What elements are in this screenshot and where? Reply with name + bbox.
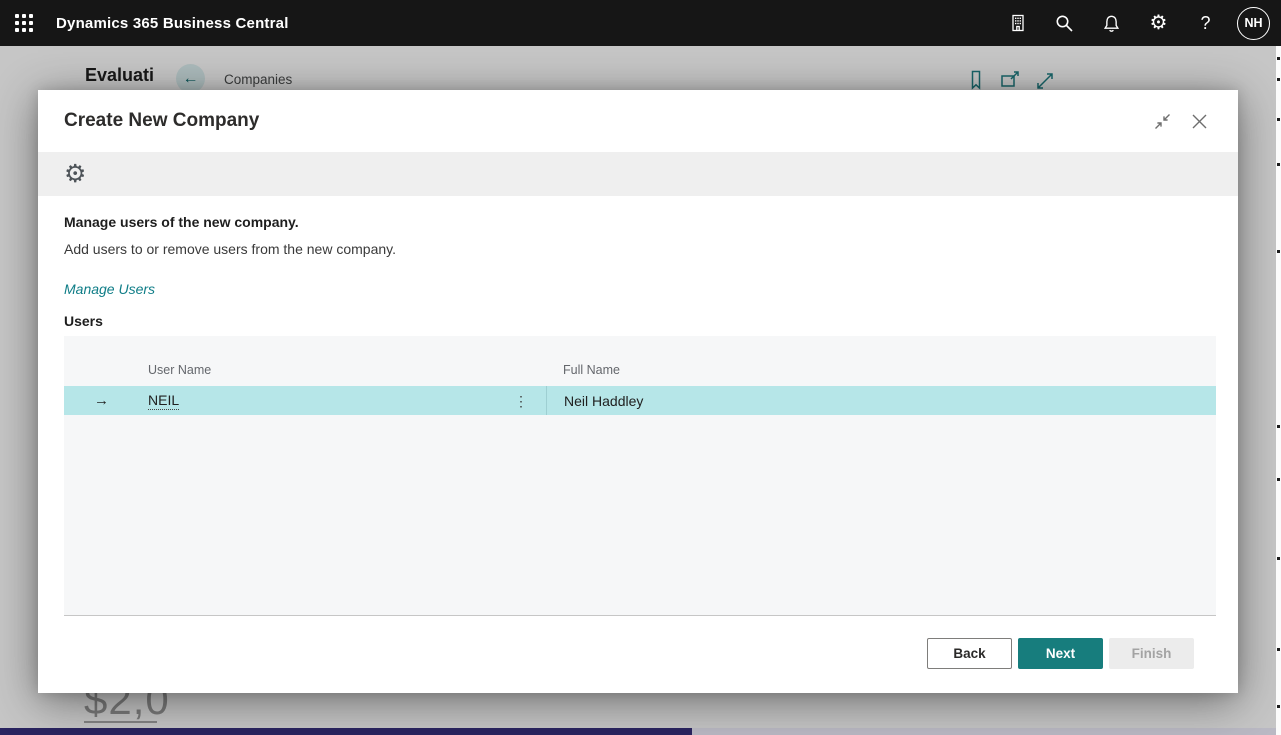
next-button[interactable]: Next [1018, 638, 1103, 669]
user-name-link[interactable]: NEIL [148, 392, 180, 410]
notifications-bell-icon[interactable] [1088, 0, 1135, 46]
full-name-cell: Neil Haddley [546, 386, 1216, 415]
avatar[interactable]: NH [1237, 6, 1270, 40]
users-table: User Name Full Name → NEIL ⋮ Neil Haddle… [64, 336, 1216, 616]
dialog-toolbar: ⚙ [38, 152, 1238, 196]
cell-options-ellipsis-icon[interactable]: ⋮ [514, 394, 528, 408]
dialog-header: Create New Company [38, 90, 1238, 152]
environment-building-icon[interactable] [994, 0, 1041, 46]
back-button[interactable]: Back [927, 638, 1012, 669]
minimize-dialog-icon[interactable] [1154, 113, 1171, 130]
column-header-full-name[interactable]: Full Name [546, 363, 1216, 377]
dialog-footer: Back Next Finish [64, 638, 1216, 693]
table-row[interactable]: → NEIL ⋮ Neil Haddley [64, 386, 1216, 415]
app-launcher-icon[interactable] [15, 14, 33, 32]
dialog-body: Manage users of the new company. Add use… [38, 196, 1238, 693]
topbar-actions: ⚙ ? NH [994, 0, 1281, 46]
search-icon[interactable] [1041, 0, 1088, 46]
help-icon[interactable]: ? [1182, 0, 1229, 46]
table-empty-area [64, 415, 1216, 615]
create-company-dialog: Create New Company ⚙ Manage users of the… [38, 90, 1238, 693]
close-icon[interactable] [1191, 113, 1208, 130]
top-app-bar: Dynamics 365 Business Central ⚙ ? NH [0, 0, 1281, 46]
settings-gear-icon[interactable]: ⚙ [1135, 0, 1182, 46]
step-heading: Manage users of the new company. [64, 214, 299, 230]
users-section-label: Users [64, 313, 103, 329]
scroll-strip [1276, 46, 1281, 735]
column-header-user-name[interactable]: User Name [148, 363, 546, 377]
manage-users-link[interactable]: Manage Users [64, 281, 155, 297]
selected-row-arrow-icon: → [94, 392, 109, 409]
user-name-cell: NEIL ⋮ [148, 392, 546, 410]
finish-button: Finish [1109, 638, 1194, 669]
app-title: Dynamics 365 Business Central [56, 14, 289, 32]
step-description: Add users to or remove users from the ne… [64, 241, 396, 257]
dialog-settings-gear-icon[interactable]: ⚙ [64, 161, 86, 187]
users-table-header: User Name Full Name [64, 336, 1216, 386]
dialog-title: Create New Company [64, 110, 260, 131]
